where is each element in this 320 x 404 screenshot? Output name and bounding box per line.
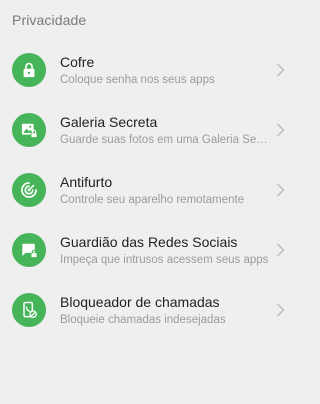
item-subtitle: Guarde suas fotos em uma Galeria Secreta [60,134,270,146]
item-subtitle: Impeça que intrusos acessem seus apps [60,254,269,266]
chevron-right-icon [276,183,286,197]
social-chat-lock-icon [12,233,46,267]
item-subtitle: Controle seu aparelho remotamente [60,194,245,206]
item-subtitle: Bloqueie chamadas indesejadas [60,314,226,326]
item-title: Antifurto [60,174,113,190]
list-item-guardiao-redes-sociais[interactable]: Guardião das Redes Sociais Impeça que in… [0,220,300,280]
item-title: Bloqueador de chamadas [60,294,220,310]
item-title: Cofre [60,54,95,70]
item-title: Galeria Secreta [60,114,158,130]
list-item-galeria-secreta[interactable]: Galeria Secreta Guarde suas fotos em uma… [0,100,300,160]
list-item-bloqueador-chamadas[interactable]: Bloqueador de chamadas Bloqueie chamadas… [0,280,300,340]
chevron-right-icon [276,63,286,77]
item-title: Guardião das Redes Sociais [60,234,238,250]
chevron-right-icon [276,243,286,257]
privacy-list: Cofre Coloque senha nos seus apps Galeri… [0,40,300,340]
chevron-right-icon [276,123,286,137]
privacy-screen: Privacidade Cofre Coloque senha nos seus… [0,0,300,404]
anti-theft-radar-icon [12,173,46,207]
item-subtitle: Coloque senha nos seus apps [60,74,215,86]
list-item-cofre[interactable]: Cofre Coloque senha nos seus apps [0,40,300,100]
list-item-antifurto[interactable]: Antifurto Controle seu aparelho remotame… [0,160,300,220]
call-blocker-icon [12,293,46,327]
section-title: Privacidade [12,12,87,28]
secret-gallery-icon [12,113,46,147]
chevron-right-icon [276,303,286,317]
lock-icon [12,53,46,87]
